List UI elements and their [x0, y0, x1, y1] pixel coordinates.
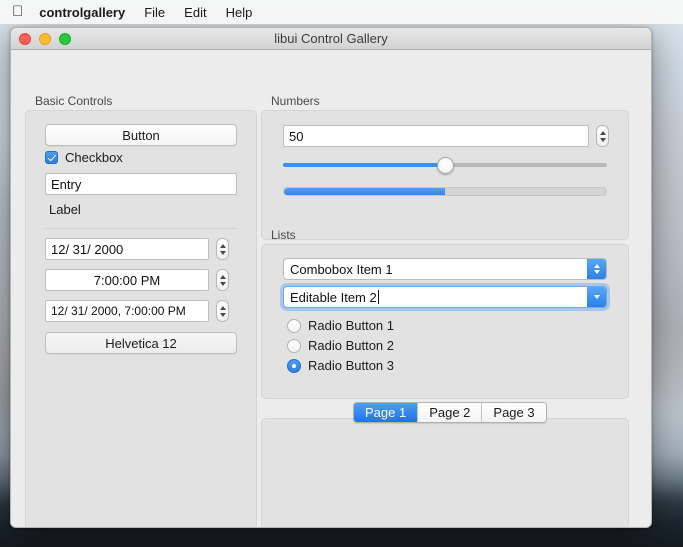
window-content: Basic Controls Button Checkbox Entry Lab… [11, 50, 651, 527]
menu-item-file[interactable]: File [144, 5, 165, 20]
tab-page-3[interactable]: Page 3 [482, 403, 546, 422]
combobox[interactable]: Combobox Item 1 [283, 258, 607, 280]
button[interactable]: Button [45, 124, 237, 146]
stepper-up-icon[interactable] [219, 274, 226, 279]
date-picker-input[interactable]: 12/ 31/ 2000 [45, 238, 209, 260]
maximize-button[interactable] [59, 32, 71, 45]
font-button[interactable]: Helvetica 12 [45, 332, 237, 354]
combobox-value: Combobox Item 1 [290, 261, 393, 277]
text-cursor [377, 290, 379, 304]
radio-button-2[interactable]: Radio Button 2 [287, 338, 394, 353]
menu-item-help[interactable]: Help [226, 5, 253, 20]
date-stepper[interactable] [216, 238, 229, 260]
stepper-down-icon[interactable] [219, 250, 226, 255]
radio-button-3[interactable]: Radio Button 3 [287, 358, 394, 373]
horizontal-separator [45, 228, 237, 229]
window-controls [11, 32, 71, 45]
datetime-stepper[interactable] [216, 300, 229, 322]
radio-label: Radio Button 3 [308, 358, 395, 373]
progress-bar-fill [284, 188, 445, 195]
time-stepper[interactable] [216, 269, 229, 291]
chevron-down-icon [593, 270, 600, 274]
slider-knob[interactable] [436, 157, 454, 174]
tab-page-1[interactable]: Page 1 [354, 403, 419, 422]
checkbox-check-icon[interactable] [45, 151, 58, 164]
apple-logo-icon[interactable]:  [12, 4, 23, 19]
radio-label: Radio Button 2 [308, 338, 395, 353]
static-label: Label [49, 202, 81, 217]
editable-combobox[interactable]: Editable Item 2 [283, 286, 607, 308]
close-button[interactable] [19, 32, 31, 45]
editable-combobox-arrow-icon[interactable] [587, 287, 606, 307]
radio-label: Radio Button 1 [308, 318, 395, 333]
menu-app-name[interactable]: controlgallery [39, 5, 125, 20]
stepper-down-icon[interactable] [219, 281, 226, 286]
basic-controls-group-label: Basic Controls [35, 94, 113, 108]
tab-content-panel [261, 418, 629, 527]
progress-bar [283, 187, 607, 196]
checkbox-row[interactable]: Checkbox [45, 150, 123, 165]
radio-button-1[interactable]: Radio Button 1 [287, 318, 394, 333]
editable-combobox-value: Editable Item 2 [290, 289, 377, 305]
entry-input[interactable]: Entry [45, 173, 237, 195]
window-title: libui Control Gallery [274, 31, 388, 46]
lists-group-label: Lists [271, 228, 296, 242]
stepper-up-icon[interactable] [219, 243, 226, 248]
tab-page-2[interactable]: Page 2 [418, 403, 483, 422]
spinbox-input[interactable]: 50 [283, 125, 589, 147]
minimize-button[interactable] [39, 32, 51, 45]
stepper-down-icon[interactable] [219, 312, 226, 317]
chevron-up-icon [593, 264, 600, 268]
window-titlebar[interactable]: libui Control Gallery [11, 28, 651, 50]
datetime-picker-input[interactable]: 12/ 31/ 2000, 7:00:00 PM [45, 300, 209, 322]
numbers-group-label: Numbers [271, 94, 320, 108]
stepper-down-icon[interactable] [599, 137, 606, 142]
radio-indicator-icon[interactable] [287, 318, 301, 333]
stepper-up-icon[interactable] [599, 130, 606, 135]
desktop-background:  controlgallery File Edit Help libui Co… [0, 0, 683, 547]
combobox-arrows-icon[interactable] [587, 259, 606, 279]
app-window: libui Control Gallery Basic Controls But… [10, 27, 652, 528]
chevron-down-icon [593, 295, 600, 299]
time-picker-input[interactable]: 7:00:00 PM [45, 269, 209, 291]
checkbox-label: Checkbox [65, 150, 123, 165]
spinbox-stepper[interactable] [596, 125, 609, 147]
radio-indicator-icon[interactable] [287, 358, 301, 373]
tab-bar: Page 1 Page 2 Page 3 [353, 402, 547, 423]
slider-fill [283, 163, 445, 167]
menu-bar:  controlgallery File Edit Help [0, 0, 683, 24]
stepper-up-icon[interactable] [219, 305, 226, 310]
radio-indicator-icon[interactable] [287, 338, 301, 353]
menu-item-edit[interactable]: Edit [184, 5, 206, 20]
